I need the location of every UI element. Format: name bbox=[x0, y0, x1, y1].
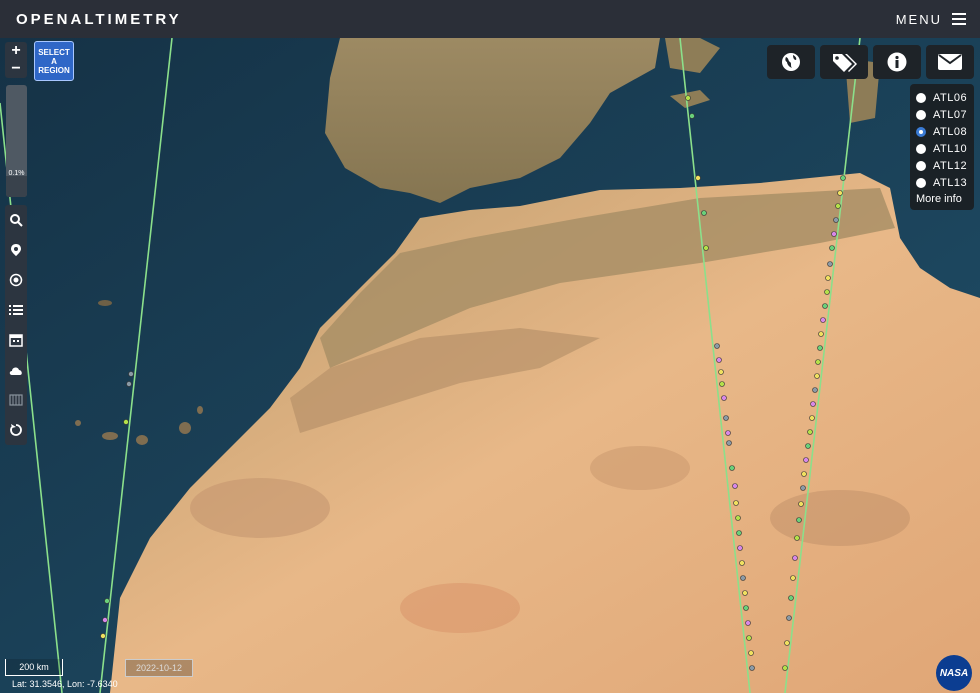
radio-button[interactable] bbox=[916, 144, 926, 154]
zoom-out-button[interactable]: − bbox=[5, 60, 27, 78]
product-option-atl07[interactable]: ATL07 bbox=[916, 106, 970, 123]
map-canvas[interactable] bbox=[0, 38, 980, 693]
target-icon[interactable] bbox=[5, 265, 27, 295]
info-icon[interactable] bbox=[873, 45, 921, 79]
zoom-control: + − bbox=[5, 42, 27, 78]
nasa-logo: NASA bbox=[936, 655, 972, 691]
slider-handle[interactable] bbox=[6, 176, 27, 197]
product-option-atl10[interactable]: ATL10 bbox=[916, 140, 970, 157]
option-label: ATL10 bbox=[933, 143, 967, 155]
product-option-atl06[interactable]: ATL06 bbox=[916, 89, 970, 106]
hamburger-icon bbox=[952, 13, 966, 25]
product-selector: ATL06 ATL07 ATL08 ATL10 ATL12 ATL13 More… bbox=[910, 84, 974, 210]
top-bar: OPENALTIMETRY MENU bbox=[0, 0, 980, 38]
product-option-atl08[interactable]: ATL08 bbox=[916, 123, 970, 140]
option-label: ATL07 bbox=[933, 109, 967, 121]
top-right-buttons bbox=[767, 45, 974, 79]
menu-button[interactable]: MENU bbox=[896, 12, 966, 27]
tool-column bbox=[5, 205, 27, 445]
layers-icon[interactable] bbox=[5, 385, 27, 415]
menu-label: MENU bbox=[896, 12, 942, 27]
app-title[interactable]: OPENALTIMETRY bbox=[16, 11, 182, 28]
scale-bar: 200 km bbox=[5, 659, 63, 676]
radio-button-selected[interactable] bbox=[916, 127, 926, 137]
cursor-coordinates: Lat: 31.3546, Lon: -7.6340 bbox=[12, 679, 118, 689]
date-display[interactable]: 2022-10-12 bbox=[125, 659, 193, 677]
more-info-link[interactable]: More info bbox=[916, 193, 970, 205]
nasa-logo-text: NASA bbox=[940, 668, 968, 679]
cloud-icon[interactable] bbox=[5, 355, 27, 385]
globe-icon[interactable] bbox=[767, 45, 815, 79]
location-pin-icon[interactable] bbox=[5, 235, 27, 265]
option-label: ATL13 bbox=[933, 177, 967, 189]
product-option-atl13[interactable]: ATL13 bbox=[916, 174, 970, 191]
option-label: ATL12 bbox=[933, 160, 967, 172]
radio-button[interactable] bbox=[916, 161, 926, 171]
reset-icon[interactable] bbox=[5, 415, 27, 445]
option-label: ATL06 bbox=[933, 92, 967, 104]
select-region-button[interactable]: SELECT A REGION bbox=[34, 41, 74, 81]
tags-icon[interactable] bbox=[820, 45, 868, 79]
mail-icon[interactable] bbox=[926, 45, 974, 79]
search-icon[interactable] bbox=[5, 205, 27, 235]
option-label: ATL08 bbox=[933, 126, 967, 138]
select-region-label: SELECT A REGION bbox=[35, 48, 73, 75]
radio-button[interactable] bbox=[916, 93, 926, 103]
product-option-atl12[interactable]: ATL12 bbox=[916, 157, 970, 174]
opacity-slider[interactable]: 0.1% bbox=[6, 85, 27, 197]
list-icon[interactable] bbox=[5, 295, 27, 325]
calendar-icon[interactable] bbox=[5, 325, 27, 355]
radio-button[interactable] bbox=[916, 178, 926, 188]
radio-button[interactable] bbox=[916, 110, 926, 120]
zoom-in-button[interactable]: + bbox=[5, 42, 27, 60]
